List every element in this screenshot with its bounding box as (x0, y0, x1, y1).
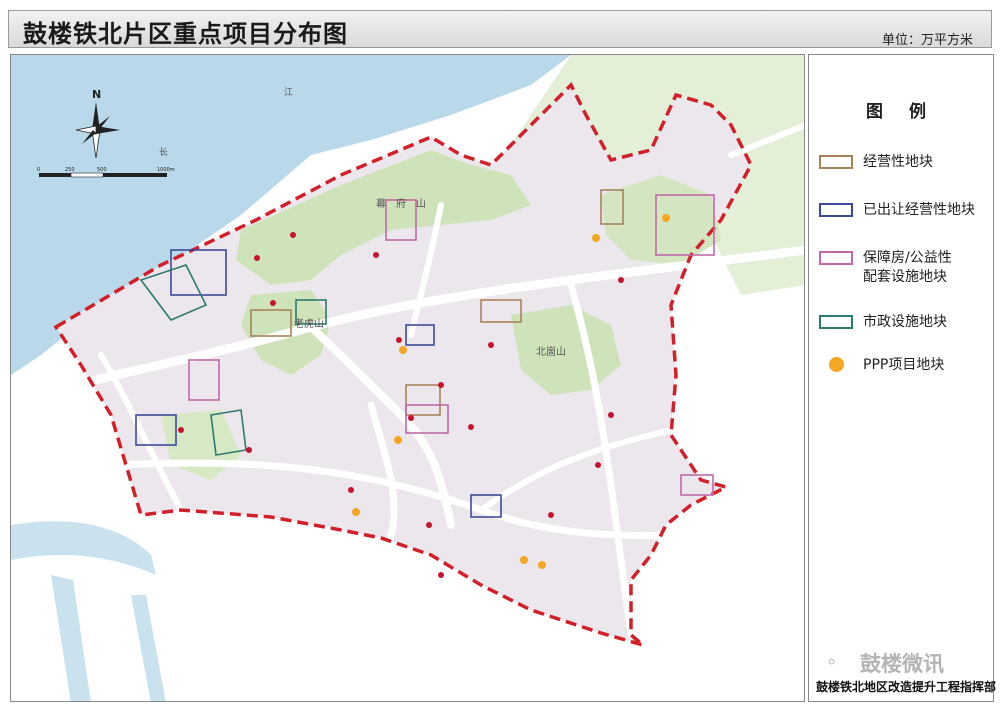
legend-panel: 图 例 经营性地块 已出让经营性地块 保障房/公益性 配套设施地块 市政设施地块… (808, 54, 994, 702)
legend-label-ppp: PPP项目地块 (863, 357, 945, 373)
map-panel[interactable]: 江 长 幕 府 山 老虎山 北崮山 N 0 250 500 1000m (10, 54, 805, 702)
scale-label-0: 0 (37, 167, 40, 173)
map-canvas[interactable]: 江 长 幕 府 山 老虎山 北崮山 N 0 250 500 1000m (11, 55, 805, 702)
label-chang: 长 (159, 146, 168, 158)
scale-label-250: 250 (65, 167, 75, 173)
legend-label-public: 保障房/公益性 配套设施地块 (863, 250, 952, 285)
canal-water-3 (131, 595, 166, 701)
label-mufu: 幕 府 山 (376, 197, 426, 210)
canal-water (11, 521, 156, 575)
canal-water-2 (51, 575, 91, 701)
title-bar: 鼓楼铁北片区重点项目分布图 单位：万平方米 (8, 10, 992, 48)
north-label: N (92, 88, 101, 101)
scale-label-1000: 1000m (157, 167, 175, 173)
footer-org: 鼓楼铁北地区改造提升工程指挥部 (816, 680, 997, 694)
legend-label-municipal: 市政设施地块 (863, 314, 947, 330)
legend-swatch-municipal (819, 315, 853, 329)
unit-label: 单位：万平方米 (881, 33, 973, 48)
legend-title: 图 例 (866, 102, 936, 122)
label-laohu: 老虎山 (294, 317, 324, 330)
scale-label-500: 500 (97, 167, 107, 173)
page-title: 鼓楼铁北片区重点项目分布图 (23, 20, 348, 48)
watermark: 鼓楼微讯 (860, 652, 944, 676)
ppp-dot-icon (829, 357, 844, 372)
label-beidu: 北崮山 (536, 346, 566, 358)
legend-swatch-public (819, 251, 853, 265)
legend-label-operating: 经营性地块 (863, 154, 933, 170)
wechat-icon: ⚬ (824, 652, 840, 673)
label-jiang: 江 (284, 87, 293, 98)
legend-swatch-sold (819, 203, 853, 217)
legend-label-sold: 已出让经营性地块 (863, 202, 975, 218)
legend-swatch-operating (819, 155, 853, 169)
